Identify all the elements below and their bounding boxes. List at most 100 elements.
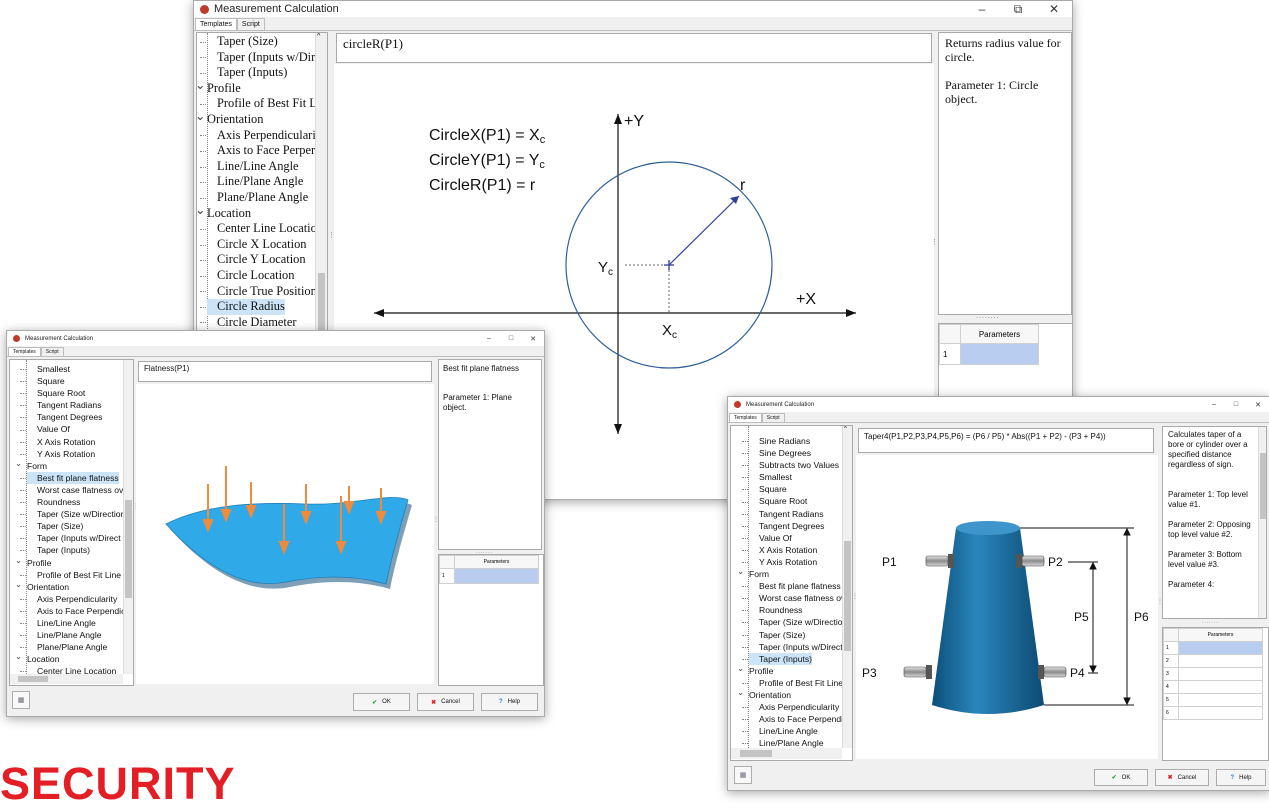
tree-category[interactable]: Form	[737, 565, 769, 580]
param-cell-5[interactable]	[1178, 693, 1263, 707]
tree-item[interactable]: Profile of Best Fit Line	[741, 677, 843, 689]
tree-item[interactable]: Circle Y Location	[200, 252, 306, 268]
param-cell-2[interactable]	[1178, 654, 1263, 668]
tree-item[interactable]: Smallest	[742, 471, 792, 483]
param-cell-1[interactable]	[960, 343, 1039, 365]
help-button[interactable]: ? Help	[1216, 769, 1266, 786]
tree-item[interactable]: Best fit plane flatness	[20, 471, 119, 484]
tree-item[interactable]: Square Root	[741, 495, 807, 507]
tree-item[interactable]: Tangent Degrees	[19, 411, 102, 423]
grid-toggle-button[interactable]: ▦	[12, 691, 30, 709]
tree-hscrollbar[interactable]	[731, 748, 842, 759]
tab-script[interactable]: Script	[40, 347, 64, 356]
formula-box[interactable]: circleR(P1)	[336, 33, 932, 63]
scroll-up-icon[interactable]: ^	[317, 33, 320, 40]
tree-item[interactable]: Axis to Face Perpendic	[741, 713, 847, 725]
tree-scrollbar[interactable]: ^	[842, 426, 852, 748]
minimize-icon[interactable]: –	[478, 335, 500, 343]
tree-item[interactable]: Circle True Position	[200, 284, 317, 300]
tree-item[interactable]: Circle X Location	[199, 237, 306, 253]
tree-category[interactable]: Location	[15, 650, 59, 665]
tree-item[interactable]: Worst case flatness ove	[741, 592, 850, 604]
tree-item[interactable]: Line/Plane Angle	[20, 629, 102, 641]
tree-item[interactable]: Value Of	[742, 532, 792, 544]
tree-item[interactable]: Taper (Inputs w/Dir	[199, 50, 315, 66]
tree-item[interactable]: Best fit plane flatness	[742, 580, 841, 592]
hscroll-thumb[interactable]	[740, 750, 772, 757]
restore-icon[interactable]: ⧉	[1000, 2, 1036, 17]
title-bar[interactable]: Measurement Calculation – ⧉ ✕	[194, 1, 1072, 17]
tree-item[interactable]: Square	[20, 375, 65, 387]
tree-item[interactable]: Circle Location	[199, 268, 294, 284]
scroll-thumb[interactable]	[318, 273, 325, 333]
tree-item[interactable]: X Axis Rotation	[19, 436, 95, 448]
tree-item[interactable]: Taper (Inputs)	[19, 544, 90, 556]
tree-category[interactable]: Location	[197, 203, 251, 222]
cancel-button[interactable]: ✖ Cancel	[417, 693, 474, 711]
tree-item[interactable]: Square Root	[19, 387, 85, 399]
param-cell-1[interactable]	[454, 568, 539, 584]
close-icon[interactable]: ✕	[1036, 2, 1072, 17]
tree-item[interactable]: Taper (Size)	[741, 629, 805, 641]
scroll-thumb[interactable]	[1260, 453, 1266, 519]
tree-item[interactable]: Taper (Size)	[19, 520, 83, 532]
tree-item[interactable]: Line/Line Angle	[20, 617, 96, 629]
tree-item[interactable]: Roundness	[741, 604, 802, 616]
tree-category[interactable]: Orientation	[737, 686, 791, 701]
hscroll-thumb[interactable]	[18, 676, 48, 682]
tab-templates[interactable]: Templates	[195, 18, 237, 30]
right-splitter[interactable]: ⋮	[931, 238, 938, 246]
tree-item[interactable]: Line/Line Angle	[200, 159, 299, 175]
tab-templates[interactable]: Templates	[8, 347, 41, 356]
tree-item[interactable]: Taper (Inputs)	[741, 652, 813, 665]
tab-script[interactable]: Script	[236, 18, 265, 30]
tree-item[interactable]: Taper (Inputs w/Direct	[742, 641, 843, 653]
title-bar[interactable]: Measurement Calculation – □ ✕	[728, 397, 1269, 412]
tree-category[interactable]: Orientation	[15, 578, 69, 593]
maximize-icon[interactable]: □	[500, 335, 522, 343]
tree-category[interactable]: Profile	[737, 662, 774, 677]
tree-item[interactable]: Tangent Radians	[742, 508, 824, 520]
formula-box[interactable]: Taper4(P1,P2,P3,P4,P5,P6) = (P6 / P5) * …	[858, 428, 1154, 453]
tree-category[interactable]: Orientation	[197, 109, 263, 128]
param-cell-3[interactable]	[1178, 667, 1263, 681]
param-cell-6[interactable]	[1178, 706, 1263, 720]
minimize-icon[interactable]: –	[1203, 401, 1225, 409]
tree-item[interactable]: Subtracts two Values	[741, 459, 839, 471]
scroll-up-icon[interactable]: ^	[844, 426, 847, 432]
tree-item[interactable]: Plane/Plane Angle	[199, 190, 308, 206]
param-cell-4[interactable]	[1178, 680, 1263, 694]
tree-item[interactable]: Profile of Best Fit Line	[19, 569, 121, 581]
tree-item[interactable]: Plane/Plane Angle	[19, 641, 107, 653]
scroll-thumb[interactable]	[844, 541, 851, 651]
close-icon[interactable]: ✕	[522, 335, 544, 343]
cancel-button[interactable]: ✖ Cancel	[1155, 769, 1209, 786]
tree-hscrollbar[interactable]	[10, 674, 123, 684]
minimize-icon[interactable]: –	[964, 2, 1000, 17]
tree-category[interactable]: Profile	[197, 78, 241, 97]
title-bar[interactable]: Measurement Calculation – □ ✕	[7, 331, 544, 346]
tree-item[interactable]: Worst case flatness ove	[19, 484, 128, 496]
tree-item[interactable]: Axis Perpendicularity	[19, 593, 117, 605]
tree-item[interactable]: Center Line Locatio	[200, 221, 317, 237]
tree-item[interactable]: Circle Radius	[200, 299, 285, 315]
tree-item[interactable]: Taper (Size w/Directior	[741, 616, 845, 628]
tree-item[interactable]: Axis Perpendiculari	[200, 128, 316, 144]
param-cell-1[interactable]	[1178, 641, 1263, 655]
tree-item[interactable]: Axis to Face Perpendic	[19, 605, 125, 617]
panel-splitter[interactable]: ........	[976, 313, 1000, 320]
tree-item[interactable]: Tangent Radians	[20, 399, 102, 411]
tree-item[interactable]: Line/Line Angle	[742, 725, 818, 737]
tree-category[interactable]: Profile	[15, 553, 52, 569]
ok-button[interactable]: ✔ OK	[353, 693, 410, 711]
maximize-icon[interactable]: □	[1225, 401, 1247, 409]
tree-item[interactable]: Tangent Degrees	[741, 520, 824, 532]
tree-item[interactable]: X Axis Rotation	[741, 544, 817, 556]
help-button[interactable]: ? Help	[481, 693, 538, 711]
tree-item[interactable]: Taper (Size)	[200, 34, 278, 50]
formula-box[interactable]: Flatness(P1)	[138, 361, 432, 382]
tree-item[interactable]: Axis to Face Perper	[199, 143, 315, 159]
tree-item[interactable]: Y Axis Rotation	[741, 556, 817, 568]
tree-scrollbar[interactable]	[123, 360, 133, 674]
tree-item[interactable]: Sine Radians	[741, 435, 810, 447]
